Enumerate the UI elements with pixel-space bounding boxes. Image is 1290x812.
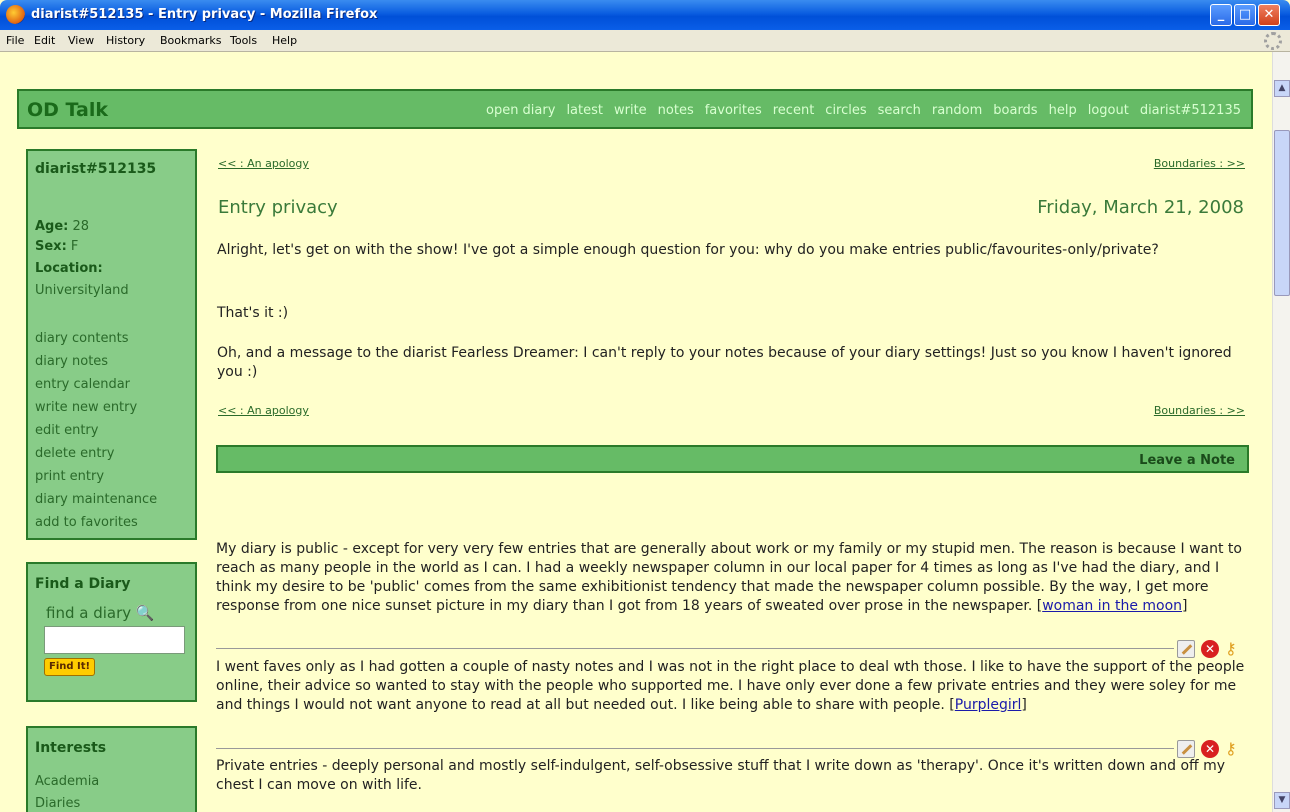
- link-diary-contents[interactable]: diary contents: [35, 331, 129, 346]
- edit-note-icon[interactable]: [1177, 640, 1195, 658]
- note-actions: ✕ ⚷: [1177, 640, 1249, 660]
- link-write-new-entry[interactable]: write new entry: [35, 400, 137, 415]
- entry-date: Friday, March 21, 2008: [1037, 197, 1244, 218]
- nav-recent[interactable]: recent: [773, 103, 815, 118]
- profile-box: diarist#512135 Age: 28 Sex: F Location: …: [26, 149, 197, 540]
- menu-file[interactable]: File: [6, 34, 24, 47]
- menu-help[interactable]: Help: [272, 34, 297, 47]
- page-viewport: OD Talk open diary latest write notes favori…: [0, 52, 1290, 812]
- note-divider: [216, 748, 1174, 749]
- profile-age: Age: 28: [35, 219, 90, 234]
- link-add-to-favorites[interactable]: add to favorites: [35, 515, 138, 530]
- scroll-thumb[interactable]: [1274, 130, 1290, 296]
- nav-circles[interactable]: circles: [825, 103, 866, 118]
- note-item: I went faves only as I had gotten a coup…: [216, 659, 1245, 713]
- delete-note-icon[interactable]: ✕: [1201, 740, 1219, 758]
- prev-entry-link[interactable]: << : An apology: [218, 157, 309, 170]
- nav-favorites[interactable]: favorites: [705, 103, 762, 118]
- note-item: Private entries - deeply personal and mo…: [216, 757, 1249, 795]
- minimize-button[interactable]: _: [1210, 4, 1232, 26]
- nav-notes[interactable]: notes: [658, 103, 694, 118]
- scroll-down-arrow[interactable]: ▼: [1274, 792, 1290, 809]
- nav-user[interactable]: diarist#512135: [1140, 103, 1241, 118]
- profile-sex: Sex: F: [35, 239, 79, 254]
- entry-title: Entry privacy: [218, 197, 338, 218]
- site-header: OD Talk open diary latest write notes favori…: [17, 89, 1253, 129]
- nav-boards[interactable]: boards: [993, 103, 1037, 118]
- note-text: Private entries - deeply personal and mo…: [216, 758, 1226, 793]
- nav-help[interactable]: help: [1049, 103, 1077, 118]
- menu-view[interactable]: View: [68, 34, 94, 47]
- site-nav: open diary latest write notes favorites recen…: [475, 103, 1241, 118]
- next-entry-link-bottom[interactable]: Boundaries : >>: [1154, 404, 1245, 417]
- nav-search[interactable]: search: [878, 103, 921, 118]
- site-logo[interactable]: OD Talk: [27, 99, 108, 121]
- find-it-button[interactable]: Find It!: [44, 658, 96, 676]
- key-icon[interactable]: ⚷: [1225, 740, 1243, 758]
- note-author-link[interactable]: woman in the moon: [1042, 598, 1182, 614]
- interests-box: Interests Academia Diaries: [26, 726, 197, 812]
- nav-open-diary[interactable]: open diary: [486, 103, 555, 118]
- delete-note-icon[interactable]: ✕: [1201, 640, 1219, 658]
- magnifier-icon: 🔍: [135, 604, 155, 622]
- entry-paragraph: That's it :): [217, 305, 289, 321]
- prev-entry-link-bottom[interactable]: << : An apology: [218, 404, 309, 417]
- link-entry-calendar[interactable]: entry calendar: [35, 377, 130, 392]
- key-icon[interactable]: ⚷: [1225, 640, 1243, 658]
- edit-note-icon[interactable]: [1177, 740, 1195, 758]
- close-button[interactable]: ✕: [1258, 4, 1280, 26]
- menu-bookmarks[interactable]: Bookmarks: [160, 34, 221, 47]
- profile-location: Universityland: [35, 283, 129, 298]
- find-diary-input[interactable]: [44, 626, 185, 654]
- note-item: My diary is public - except for very ver…: [216, 541, 1242, 614]
- link-diary-notes[interactable]: diary notes: [35, 354, 108, 369]
- profile-username: diarist#512135: [35, 161, 157, 177]
- nav-logout[interactable]: logout: [1088, 103, 1129, 118]
- menu-bar: File Edit View History Bookmarks Tools H…: [0, 30, 1290, 52]
- link-diary-maintenance[interactable]: diary maintenance: [35, 492, 157, 507]
- throbber-icon: [1264, 32, 1282, 50]
- window-title: diarist#512135 - Entry privacy - Mozilla…: [31, 7, 378, 22]
- maximize-button[interactable]: □: [1234, 4, 1256, 26]
- leave-note-link[interactable]: Leave a Note: [1139, 453, 1235, 468]
- link-edit-entry[interactable]: edit entry: [35, 423, 98, 438]
- next-entry-link[interactable]: Boundaries : >>: [1154, 157, 1245, 170]
- profile-location-label: Location:: [35, 261, 103, 276]
- link-delete-entry[interactable]: delete entry: [35, 446, 114, 461]
- note-author-link[interactable]: Purplegirl: [955, 697, 1022, 713]
- find-diary-label: find a diary 🔍: [46, 604, 155, 622]
- nav-random[interactable]: random: [932, 103, 982, 118]
- find-diary-title: Find a Diary: [35, 576, 131, 592]
- interests-title: Interests: [35, 740, 107, 756]
- menu-edit[interactable]: Edit: [34, 34, 55, 47]
- interest-item[interactable]: Diaries: [35, 796, 80, 811]
- nav-latest[interactable]: latest: [566, 103, 603, 118]
- menu-tools[interactable]: Tools: [230, 34, 257, 47]
- find-diary-box: Find a Diary find a diary 🔍 Find It!: [26, 562, 197, 702]
- leave-note-bar: Leave a Note: [216, 445, 1249, 473]
- interest-item[interactable]: Academia: [35, 774, 99, 789]
- note-divider: [216, 648, 1174, 649]
- firefox-icon: [6, 5, 25, 24]
- entry-paragraph: Oh, and a message to the diarist Fearles…: [217, 345, 1232, 380]
- note-text: I went faves only as I had gotten a coup…: [216, 659, 1245, 713]
- link-print-entry[interactable]: print entry: [35, 469, 104, 484]
- nav-write[interactable]: write: [614, 103, 647, 118]
- menu-history[interactable]: History: [106, 34, 145, 47]
- entry-paragraph: Alright, let's get on with the show! I'v…: [217, 242, 1159, 258]
- scroll-up-arrow[interactable]: ▲: [1274, 80, 1290, 97]
- vertical-scrollbar[interactable]: ▲ ▼: [1272, 52, 1290, 812]
- window-titlebar[interactable]: diarist#512135 - Entry privacy - Mozilla…: [0, 0, 1290, 30]
